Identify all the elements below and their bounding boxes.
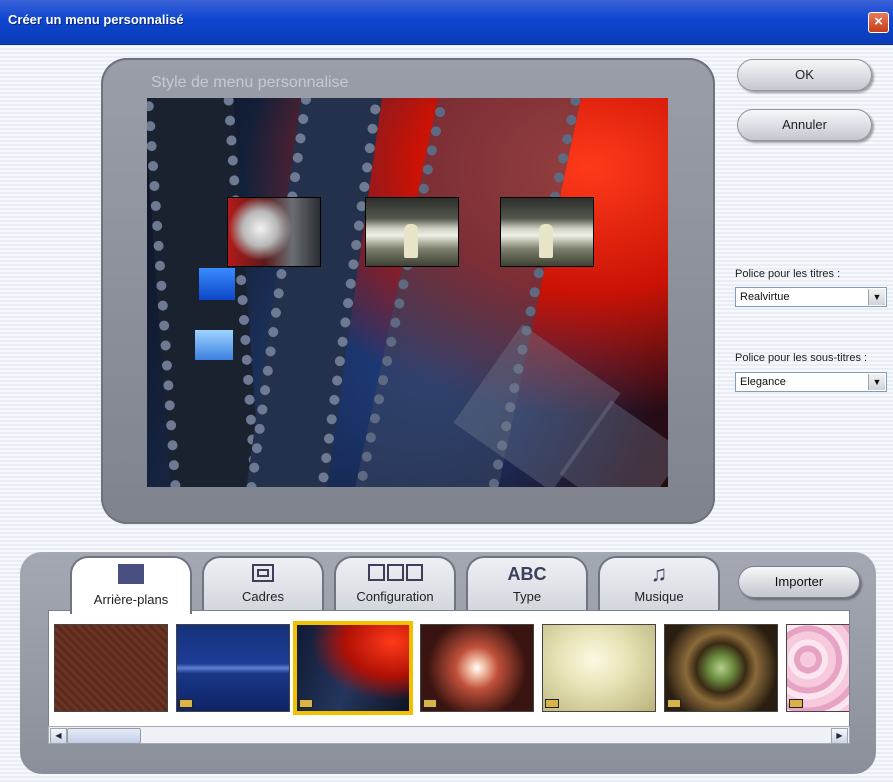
close-button[interactable]: ×	[868, 12, 889, 33]
tab-configuration[interactable]: Configuration	[334, 556, 456, 611]
tab-label: Arrière-plans	[93, 592, 169, 607]
background-thumbnail-film-strip[interactable]	[297, 625, 409, 711]
layout-boxes-icon	[336, 564, 454, 584]
background-thumbnail-cream-cloud[interactable]	[543, 625, 655, 711]
person-figure	[404, 224, 418, 258]
tab-cadres[interactable]: Cadres	[202, 556, 324, 611]
video-badge-icon	[423, 699, 437, 708]
menu-thumbnail-2[interactable]	[366, 198, 458, 266]
music-note-icon: ♫	[650, 561, 668, 586]
film-frame-graphic	[195, 330, 233, 360]
window-title: Créer un menu personnalisé	[8, 12, 184, 27]
thumbnail-scrollbar[interactable]: ◀ ▶	[48, 726, 850, 744]
background-swatch-icon	[72, 564, 190, 584]
abc-text-icon: ABC	[507, 564, 547, 584]
title-font-label: Police pour les titres :	[735, 268, 841, 280]
person-figure	[539, 224, 553, 258]
video-badge-icon	[789, 699, 803, 708]
frame-icon	[204, 564, 322, 584]
tab-label: Cadres	[242, 589, 284, 604]
menu-preview-canvas	[147, 98, 668, 487]
video-badge-icon	[299, 699, 313, 708]
menu-thumbnail-3[interactable]	[501, 198, 593, 266]
scroll-right-icon[interactable]: ▶	[831, 728, 848, 744]
subtitle-font-value: Elegance	[740, 376, 786, 388]
background-thumbnail-pink-petals[interactable]	[787, 625, 849, 711]
tab-label: Type	[512, 589, 542, 604]
menu-thumbnail-1[interactable]	[228, 198, 320, 266]
tab-musique[interactable]: ♫ Musique	[598, 556, 720, 611]
preview-title: Style de menu personnalise	[151, 74, 349, 91]
film-strip-graphic	[240, 98, 384, 487]
video-badge-icon	[545, 699, 559, 708]
cancel-button[interactable]: Annuler	[737, 109, 872, 141]
background-thumbnail-list	[48, 610, 850, 742]
background-thumbnail-ornament[interactable]	[665, 625, 777, 711]
chevron-down-icon[interactable]: ▼	[868, 289, 885, 305]
film-frame-graphic	[199, 268, 235, 300]
chevron-down-icon[interactable]: ▼	[868, 374, 885, 390]
preview-frame: Style de menu personnalise	[101, 58, 715, 524]
video-badge-icon	[667, 699, 681, 708]
tab-label: Configuration	[356, 589, 434, 604]
title-bar: Créer un menu personnalisé ×	[0, 0, 893, 45]
tab-label: Musique	[634, 589, 684, 604]
subtitle-font-select[interactable]: Elegance ▼	[735, 372, 887, 392]
subtitle-font-label: Police pour les sous-titres :	[735, 352, 868, 364]
tab-arriere-plans[interactable]: Arrière-plans	[70, 556, 192, 614]
ok-button[interactable]: OK	[737, 59, 872, 91]
video-badge-icon	[179, 699, 193, 708]
scroll-left-icon[interactable]: ◀	[50, 728, 67, 744]
title-font-value: Realvirtue	[740, 291, 790, 303]
background-thumbnail-brick[interactable]	[55, 625, 167, 711]
scrollbar-thumb[interactable]	[67, 728, 141, 744]
title-font-select[interactable]: Realvirtue ▼	[735, 287, 887, 307]
background-thumbnail-blue-panel[interactable]	[177, 625, 289, 711]
tab-type[interactable]: ABC Type	[466, 556, 588, 611]
background-thumbnail-fire-burst[interactable]	[421, 625, 533, 711]
import-button[interactable]: Importer	[738, 566, 860, 598]
